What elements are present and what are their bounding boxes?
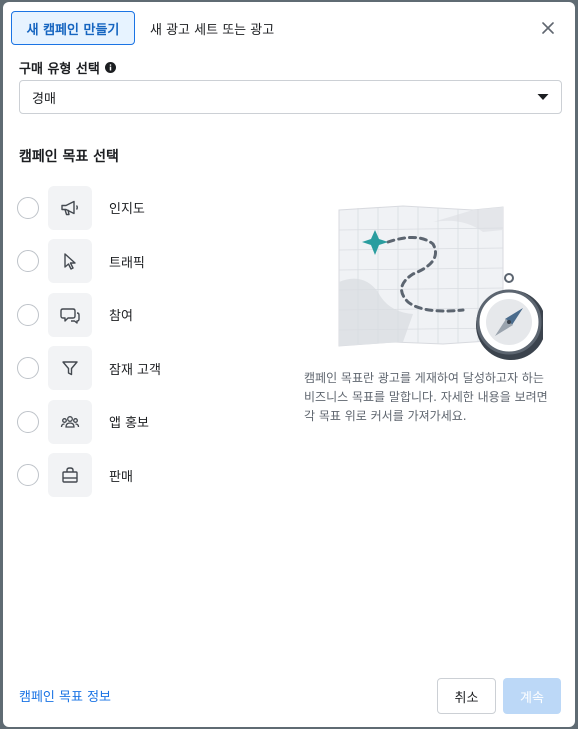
radio-traffic[interactable] (17, 250, 39, 273)
objective-app-promotion[interactable]: 앱 홍보 (17, 395, 277, 449)
radio-leads[interactable] (17, 357, 39, 380)
objective-icon-box (48, 185, 92, 230)
cancel-button[interactable]: 취소 (437, 678, 496, 714)
people-icon (60, 415, 80, 428)
close-icon (542, 22, 554, 34)
radio-app-promotion[interactable] (17, 410, 39, 433)
objective-icon-box (48, 399, 92, 444)
cursor-icon (64, 253, 76, 270)
radio-sales[interactable] (17, 464, 39, 487)
objective-icon-box (48, 292, 92, 337)
buying-type-value: 경매 (32, 91, 56, 107)
buying-type-label-text: 구매 유형 선택 (19, 62, 100, 77)
caret-down-icon (537, 94, 549, 100)
objective-label: 앱 홍보 (109, 416, 150, 432)
buying-type-label: 구매 유형 선택 (19, 58, 116, 77)
objective-icon-box (48, 346, 92, 391)
objective-list: 인지도 트래픽 참여 잠재 고객 앱 홍보 판매 (17, 181, 277, 502)
objective-label: 참여 (109, 309, 133, 325)
info-icon[interactable] (104, 62, 116, 73)
objective-label: 인지도 (109, 202, 145, 218)
objective-section-title: 캠페인 목표 선택 (19, 149, 119, 165)
objective-label: 잠재 고객 (109, 362, 161, 378)
close-button[interactable] (536, 16, 560, 40)
tab-new-ad-set-or-ad[interactable]: 새 광고 세트 또는 광고 (150, 11, 274, 45)
continue-button[interactable]: 계속 (503, 678, 561, 714)
objective-label: 판매 (109, 469, 133, 485)
objective-engagement[interactable]: 참여 (17, 288, 277, 342)
map-compass-illustration (338, 205, 543, 360)
campaign-objective-info-link[interactable]: 캠페인 목표 정보 (19, 686, 111, 705)
funnel-icon (62, 361, 78, 376)
objective-description: 캠페인 목표란 광고를 게재하여 달성하고자 하는 비즈니스 목표를 말합니다.… (304, 371, 548, 423)
radio-awareness[interactable] (17, 196, 39, 219)
objective-label: 트래픽 (109, 255, 145, 271)
objective-awareness[interactable]: 인지도 (17, 181, 277, 235)
radio-engagement[interactable] (17, 303, 39, 326)
objective-icon-box (48, 239, 92, 284)
tab-new-campaign[interactable]: 새 캠페인 만들기 (11, 11, 135, 45)
objective-icon-box (48, 453, 92, 498)
objective-sales[interactable]: 판매 (17, 449, 277, 503)
objective-leads[interactable]: 잠재 고객 (17, 342, 277, 396)
create-campaign-dialog: 새 캠페인 만들기 새 광고 세트 또는 광고 구매 유형 선택 경매 캠페인 … (3, 2, 575, 727)
megaphone-icon (61, 200, 78, 215)
objective-traffic[interactable]: 트래픽 (17, 235, 277, 289)
buying-type-select[interactable]: 경매 (19, 80, 562, 114)
chat-bubble-icon (60, 308, 80, 324)
shopping-bag-icon (62, 467, 78, 483)
